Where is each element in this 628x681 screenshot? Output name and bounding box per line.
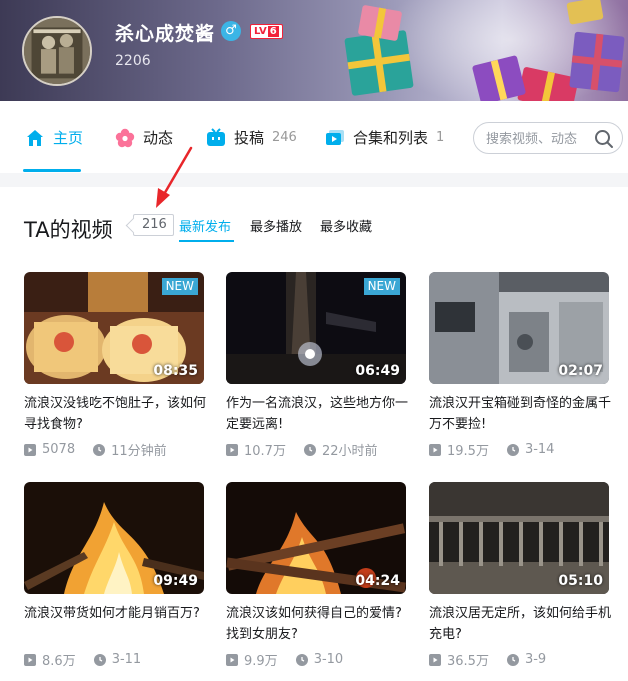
clock-icon (295, 653, 308, 666)
nav-tab-dynamic[interactable]: 动态 (115, 127, 173, 148)
playlist-icon (325, 128, 345, 148)
video-thumbnail[interactable]: NEW 08:35 (24, 272, 204, 384)
video-meta: 10.7万 22小时前 (226, 440, 378, 459)
sort-tab-most-favorited[interactable]: 最多收藏 (320, 216, 372, 235)
clock-icon (303, 443, 316, 456)
publish-time: 3-9 (524, 652, 547, 667)
male-gender-icon: ♂ (221, 21, 241, 41)
video-title[interactable]: 流浪汉没钱吃不饱肚子，该如何寻找食物? (24, 393, 208, 435)
search-icon[interactable] (593, 128, 615, 150)
view-count: 8.6万 (42, 654, 76, 669)
view-count: 19.5万 (447, 444, 489, 459)
video-meta: 5078 11分钟前 (24, 440, 167, 459)
play-count-icon (24, 443, 36, 456)
video-meta: 8.6万 3-11 (24, 650, 141, 669)
nav-tab-label: 合集和列表 (353, 129, 429, 147)
nav-tab-label: 主页 (53, 129, 84, 147)
video-thumbnail[interactable]: 05:10 (429, 482, 609, 594)
publish-time: 3-14 (524, 442, 555, 457)
video-duration: 06:49 (355, 363, 400, 379)
nav-tab-label: 投稿 (234, 129, 265, 147)
video-section: TA的视频 216 最新发布 最多播放 最多收藏 NEW 08:35 流浪汉没钱… (0, 187, 628, 681)
video-title[interactable]: 作为一名流浪汉，这些地方你一定要远离! (226, 393, 410, 435)
divider (0, 173, 628, 187)
new-badge: NEW (363, 278, 400, 295)
video-duration: 05:10 (558, 573, 603, 589)
view-count: 5078 (42, 442, 76, 457)
publish-time: 22小时前 (321, 444, 378, 459)
clock-icon (506, 443, 519, 456)
video-duration: 08:35 (153, 363, 198, 379)
view-count: 10.7万 (244, 444, 286, 459)
video-duration: 04:24 (355, 573, 400, 589)
video-duration: 09:49 (153, 573, 198, 589)
video-meta: 9.9万 3-10 (226, 650, 343, 669)
sort-tab-underline (179, 240, 234, 242)
clock-icon (93, 443, 106, 456)
nav-tab-uploads[interactable]: 投稿 246 (206, 127, 297, 148)
video-title[interactable]: 流浪汉开宝箱碰到奇怪的金属千万不要捡! (429, 393, 613, 435)
gift-box-decoration (569, 31, 625, 93)
gift-box-decoration (344, 29, 414, 97)
active-tab-underline (23, 169, 81, 172)
video-title[interactable]: 流浪汉带货如何才能月销百万? (24, 603, 208, 624)
view-count: 9.9万 (244, 654, 278, 669)
space-nav: 主页 动态 投稿 246 合集和列表 1 搜索视频、动态 (0, 101, 628, 173)
space-search-input[interactable] (486, 129, 596, 149)
play-count-icon (226, 443, 238, 456)
video-thumbnail[interactable]: 02:07 (429, 272, 609, 384)
clock-icon (93, 653, 106, 666)
nav-tab-home[interactable]: 主页 (25, 127, 83, 148)
play-count-icon (226, 653, 238, 666)
new-badge: NEW (161, 278, 198, 295)
user-space-page: 杀心成焚酱 ♂ LV 6 2206 主页 动态 投稿 246 合集和列表 1 搜… (0, 0, 628, 681)
username: 杀心成焚酱 (115, 23, 216, 45)
publish-time: 3-10 (313, 652, 344, 667)
video-thumbnail[interactable]: NEW 06:49 (226, 272, 406, 384)
sort-tab-latest[interactable]: 最新发布 (179, 216, 231, 235)
flower-icon (115, 128, 135, 148)
play-count-icon (429, 443, 441, 456)
video-title[interactable]: 流浪汉该如何获得自己的爱情? 找到女朋友? (226, 603, 410, 645)
clock-icon (506, 653, 519, 666)
collections-count: 1 (436, 130, 445, 145)
home-icon (25, 128, 45, 148)
level-badge: LV 6 (250, 24, 283, 39)
nav-tab-label: 动态 (143, 129, 174, 147)
play-count-icon (24, 653, 36, 666)
nav-tab-collections[interactable]: 合集和列表 1 (325, 127, 444, 148)
avatar[interactable] (22, 16, 92, 86)
video-meta: 19.5万 3-14 (429, 440, 554, 459)
section-title: TA的视频 (24, 218, 113, 242)
video-thumbnail[interactable]: 09:49 (24, 482, 204, 594)
tv-icon (206, 127, 226, 148)
video-meta: 36.5万 3-9 (429, 650, 546, 669)
publish-time: 11分钟前 (111, 444, 167, 459)
video-count-badge: 216 (133, 214, 174, 236)
space-search-box (473, 122, 623, 154)
video-title[interactable]: 流浪汉居无定所，该如何给手机充电? (429, 603, 613, 645)
video-thumbnail[interactable]: 04:24 (226, 482, 406, 594)
publish-time: 3-11 (111, 652, 142, 667)
uploads-count: 246 (272, 130, 297, 145)
sort-tab-most-played[interactable]: 最多播放 (250, 216, 302, 235)
view-count: 36.5万 (447, 654, 489, 669)
play-count-icon (429, 653, 441, 666)
profile-banner: 杀心成焚酱 ♂ LV 6 2206 (0, 0, 628, 101)
user-id: 2206 (115, 53, 151, 69)
video-duration: 02:07 (558, 363, 603, 379)
